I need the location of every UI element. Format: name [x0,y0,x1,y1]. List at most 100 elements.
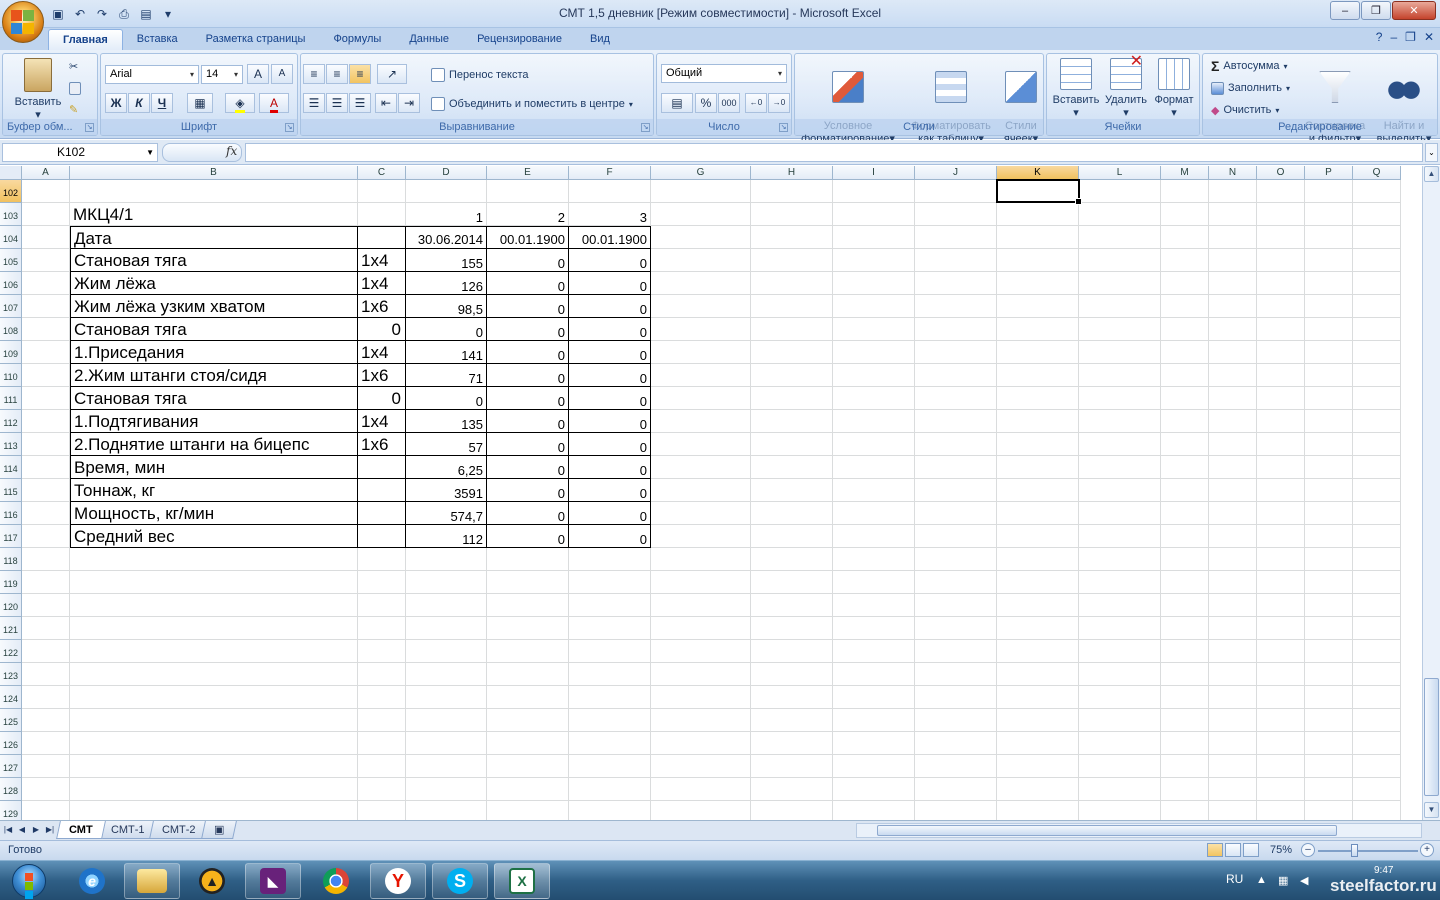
cell[interactable] [651,640,751,663]
help-icon[interactable]: ? [1376,30,1383,44]
cell[interactable] [406,709,487,732]
currency-button[interactable]: ▤ [661,93,693,113]
value-cell[interactable]: 0 [569,525,651,548]
cell[interactable] [1353,226,1401,249]
cell[interactable] [1257,341,1305,364]
cell[interactable] [833,617,915,640]
value-cell[interactable]: 0 [487,272,569,295]
cell[interactable] [915,341,997,364]
cell[interactable] [22,755,70,778]
cell[interactable] [997,801,1079,820]
cell[interactable] [833,709,915,732]
cell[interactable] [915,663,997,686]
cell[interactable] [1305,755,1353,778]
cell[interactable] [1079,502,1161,525]
cell[interactable] [1353,732,1401,755]
cell[interactable] [915,525,997,548]
cell[interactable] [1079,571,1161,594]
expand-formula-button[interactable]: ⌄ [1425,143,1438,162]
font-size-combo[interactable]: 14 ▾ [201,65,243,84]
cell[interactable] [997,318,1079,341]
autosum-button[interactable]: Σ Автосумма ▾ [1211,56,1288,76]
cell[interactable] [1161,341,1209,364]
row-header[interactable]: 109 [0,341,22,364]
cell[interactable] [1305,318,1353,341]
cell[interactable] [833,456,915,479]
cell[interactable] [1353,341,1401,364]
taskbar-excel[interactable]: X [494,863,550,899]
minimize-button[interactable]: – [1330,1,1360,20]
number-launcher[interactable]: ↘ [779,123,788,132]
cell[interactable] [1161,479,1209,502]
cell[interactable] [569,755,651,778]
wrap-text-button[interactable]: Перенос текста [431,65,529,85]
reps-cell[interactable] [358,479,406,502]
cell[interactable] [1305,272,1353,295]
cell[interactable] [915,272,997,295]
cell[interactable] [751,686,833,709]
value-cell[interactable]: 0 [487,456,569,479]
cell[interactable] [1353,364,1401,387]
zoom-in-button[interactable]: + [1420,843,1434,857]
cell[interactable] [651,732,751,755]
cell[interactable] [1305,479,1353,502]
language-indicator[interactable]: RU [1226,872,1243,886]
cell[interactable] [651,594,751,617]
cell[interactable] [751,640,833,663]
cell[interactable] [22,249,70,272]
row-header[interactable]: 104 [0,226,22,249]
cell[interactable] [997,525,1079,548]
ribbon-close-icon[interactable]: ✕ [1424,30,1434,44]
cell[interactable] [1305,686,1353,709]
cell[interactable] [1079,801,1161,820]
cell[interactable] [22,502,70,525]
cell[interactable] [22,318,70,341]
cell[interactable] [751,456,833,479]
cell[interactable] [997,479,1079,502]
decrease-decimal-button[interactable]: →0 [768,93,790,113]
cell[interactable] [651,433,751,456]
cell[interactable] [651,341,751,364]
cell[interactable] [358,180,406,203]
cell[interactable] [1161,226,1209,249]
cell[interactable] [1209,801,1257,820]
cell[interactable] [1079,249,1161,272]
cell[interactable] [70,732,358,755]
cell[interactable] [358,203,406,226]
cell[interactable] [487,709,569,732]
cell[interactable] [1353,456,1401,479]
cell[interactable] [358,617,406,640]
cell[interactable] [22,732,70,755]
cell[interactable] [22,410,70,433]
cell[interactable] [1305,410,1353,433]
exercise-label-cell[interactable]: 2.Поднятие штанги на бицепс [70,433,358,456]
font-color-button[interactable]: A [259,93,289,113]
cell[interactable] [1257,755,1305,778]
align-center-button[interactable]: ☰ [326,93,348,113]
bold-button[interactable]: Ж [105,93,127,113]
cell[interactable] [1209,272,1257,295]
value-cell[interactable]: 126 [406,272,487,295]
cell[interactable] [358,548,406,571]
cell[interactable] [406,663,487,686]
cell[interactable] [487,801,569,820]
cell[interactable] [751,548,833,571]
cell[interactable] [751,410,833,433]
cell[interactable] [751,801,833,820]
tab-1[interactable]: Вставка [123,29,192,50]
cell[interactable] [1353,479,1401,502]
cell[interactable] [833,502,915,525]
column-header[interactable]: A [22,166,70,180]
cell[interactable] [915,180,997,203]
cell[interactable] [1305,433,1353,456]
cell[interactable] [915,755,997,778]
reps-cell[interactable]: 1х4 [358,410,406,433]
cell[interactable] [1305,617,1353,640]
cell[interactable] [1353,387,1401,410]
cell[interactable] [569,686,651,709]
cell[interactable] [1209,732,1257,755]
cell[interactable] [406,801,487,820]
format-painter-button[interactable]: ✎ [69,99,78,119]
cell[interactable] [70,686,358,709]
cell[interactable] [651,249,751,272]
